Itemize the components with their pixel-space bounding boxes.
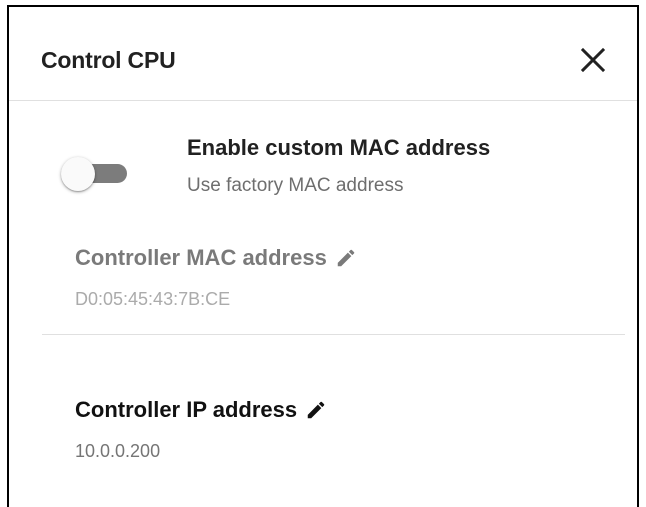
control-cpu-dialog: Control CPU Enable custom MAC address Us…: [7, 5, 639, 507]
controller-ip-label-row: Controller IP address: [75, 397, 327, 423]
pencil-icon[interactable]: [305, 399, 327, 421]
custom-mac-toggle-row: Enable custom MAC address Use factory MA…: [9, 101, 637, 211]
close-icon[interactable]: [579, 46, 607, 74]
custom-mac-toggle-title: Enable custom MAC address: [187, 135, 491, 160]
pencil-icon[interactable]: [335, 247, 357, 269]
custom-mac-toggle[interactable]: [61, 155, 131, 191]
controller-ip-value: 10.0.0.200: [75, 441, 161, 461]
dialog-title: Control CPU: [41, 47, 176, 73]
custom-mac-toggle-subtitle: Use factory MAC address: [187, 175, 404, 196]
controller-mac-value: D0:05:45:43:7B:CE: [75, 289, 231, 309]
dialog-header: Control CPU: [9, 7, 637, 101]
controller-ip-label: Controller IP address: [75, 397, 298, 422]
section-divider: [42, 334, 625, 335]
controller-mac-label-row: Controller MAC address: [75, 245, 357, 271]
toggle-thumb: [61, 157, 95, 191]
controller-mac-label: Controller MAC address: [75, 245, 327, 270]
